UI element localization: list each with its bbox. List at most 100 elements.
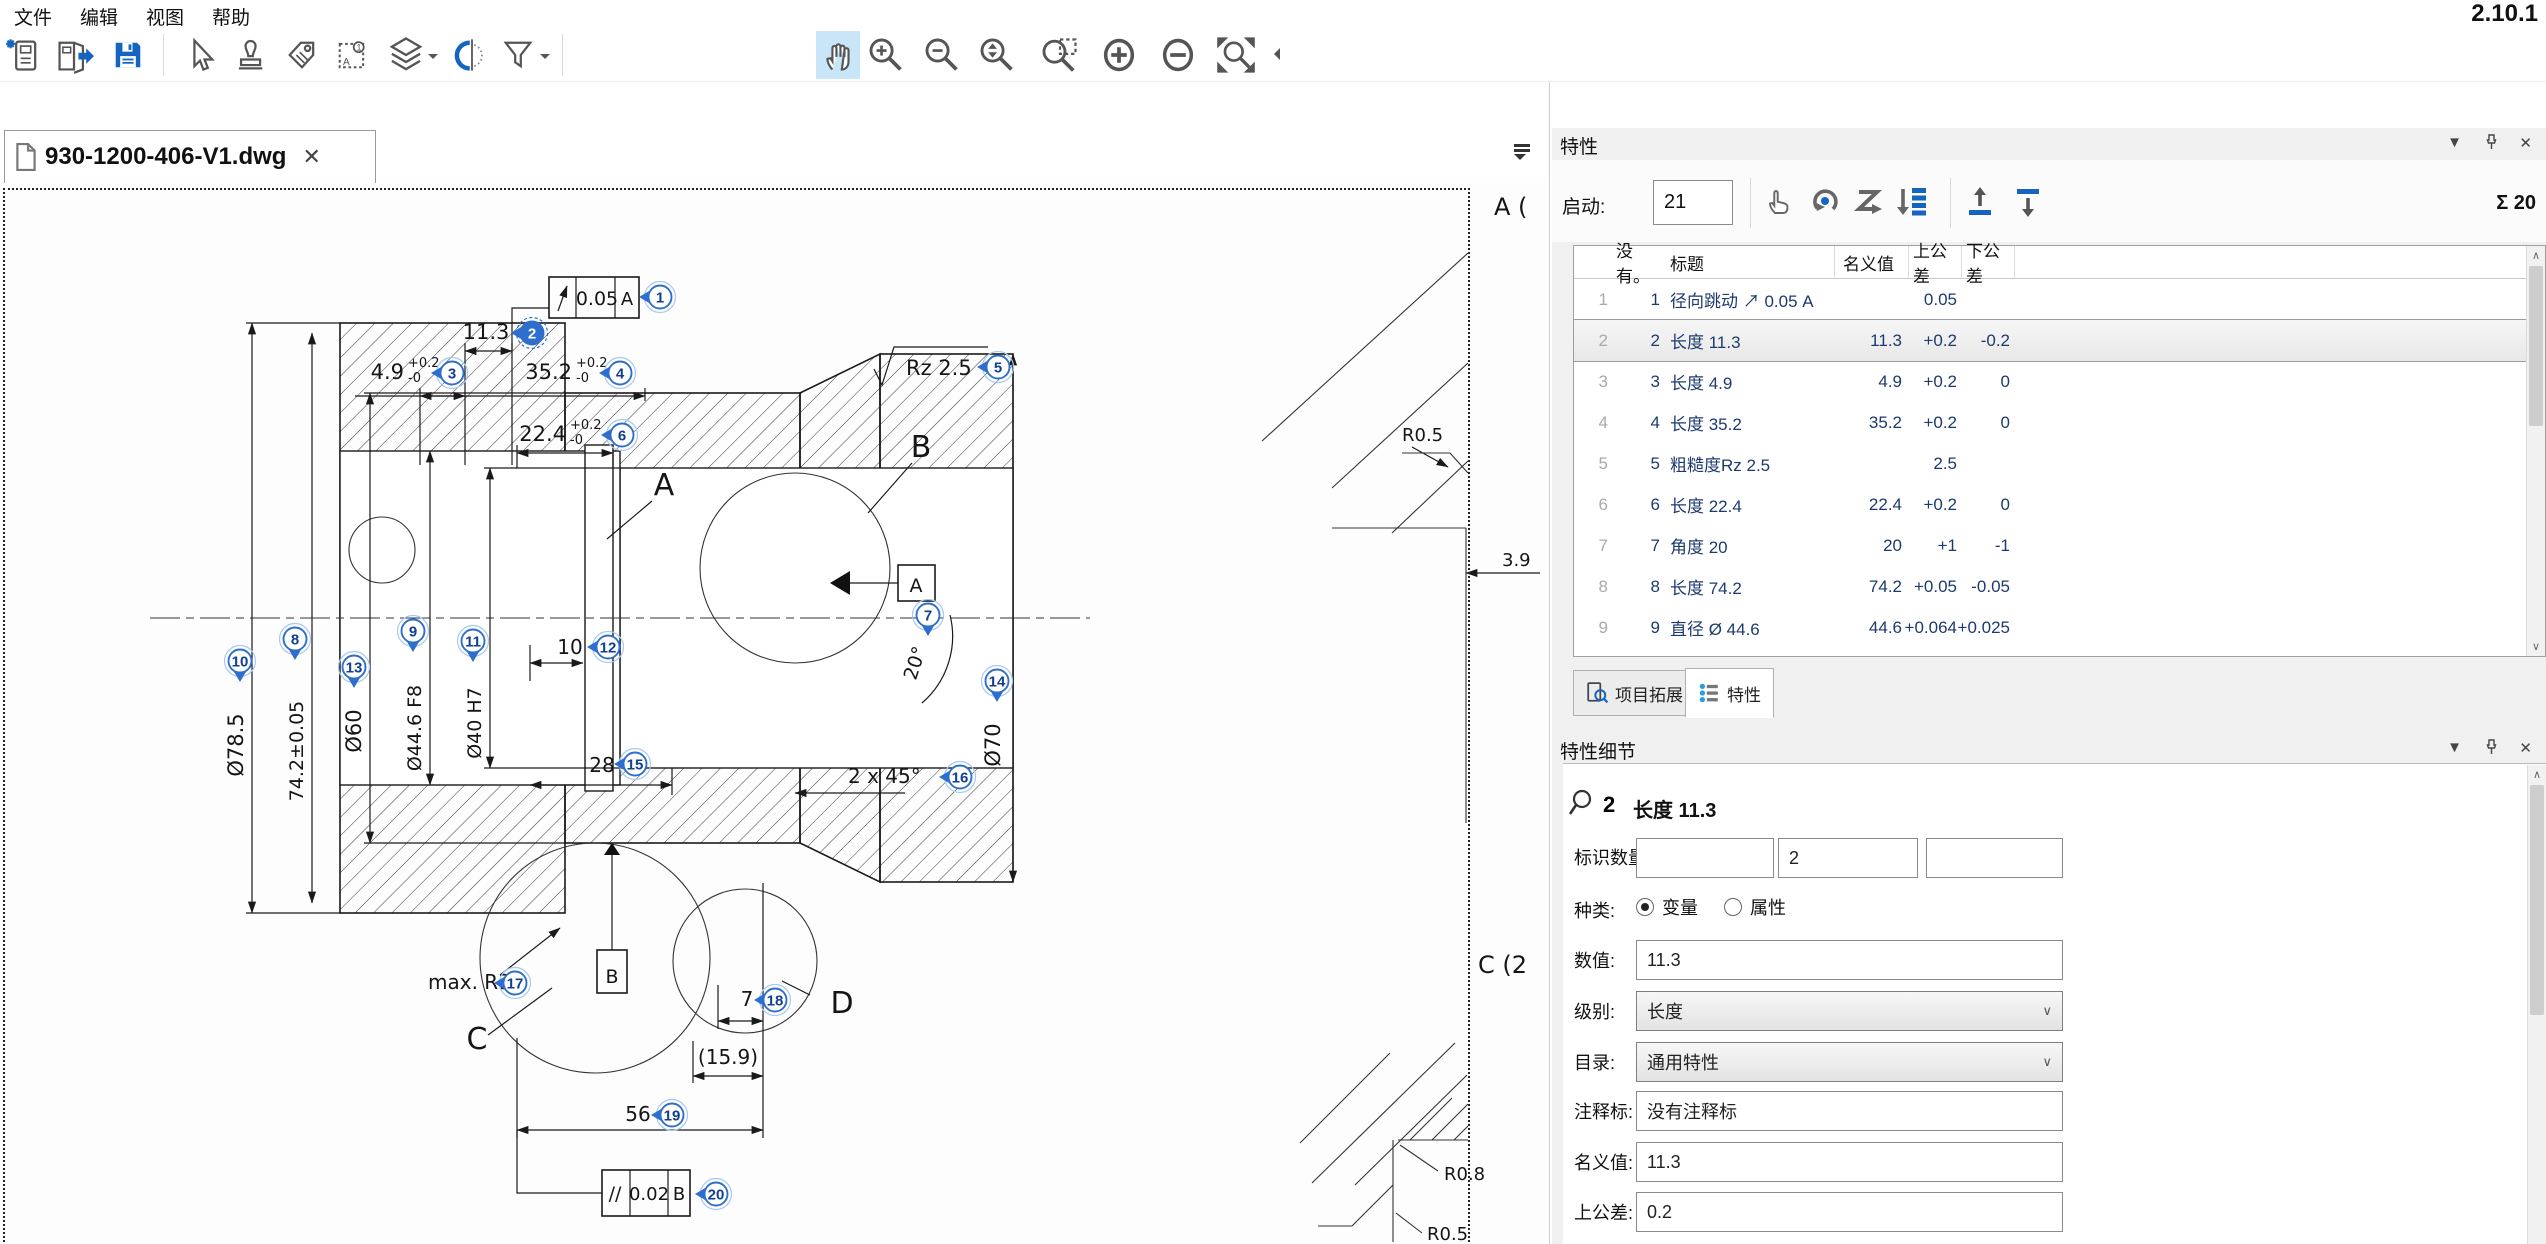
class-select[interactable]: 长度∨ bbox=[1636, 991, 2063, 1031]
filter-dropdown-caret[interactable] bbox=[540, 54, 550, 64]
table-row-4[interactable]: 44长度 35.235.2+0.20 bbox=[1574, 402, 2526, 443]
panel-dropdown-icon[interactable]: ▼ bbox=[2447, 739, 2462, 756]
start-input[interactable] bbox=[1653, 180, 1733, 225]
nominal-label: 名义值: bbox=[1574, 1149, 1633, 1175]
pointer-hand-icon[interactable] bbox=[1762, 184, 1800, 222]
dim-text: A ( bbox=[1494, 193, 1527, 221]
zoom-out-tool-button[interactable] bbox=[920, 31, 964, 79]
chevron-down-icon: ∨ bbox=[2042, 1003, 2052, 1019]
svg-text:1: 1 bbox=[356, 43, 361, 53]
stamp-tool-button[interactable] bbox=[228, 31, 272, 79]
project-expand-icon bbox=[1586, 682, 1608, 704]
value-input[interactable] bbox=[1636, 940, 2063, 980]
detail-item-no: 2 bbox=[1603, 792, 1615, 818]
table-row-1[interactable]: 11径向跳动 ↗ 0.05 A0.05 bbox=[1574, 279, 2526, 320]
menubar: 文件编辑视图帮助 bbox=[0, 0, 2546, 28]
save-button[interactable] bbox=[106, 31, 150, 79]
table-row-9[interactable]: 99直径 Ø 44.644.6+0.064+0.025 bbox=[1574, 607, 2526, 648]
id-count-input-1[interactable] bbox=[1636, 838, 1774, 878]
toolbar-collapse-caret[interactable] bbox=[1268, 48, 1280, 60]
document-tabbar: 930-1200-406-V1.dwg ✕ bbox=[0, 130, 1546, 183]
version-label: 2.10.1 bbox=[2471, 0, 2538, 28]
table-row-3[interactable]: 33长度 4.94.9+0.20 bbox=[1574, 361, 2526, 402]
id-count-input-2[interactable] bbox=[1778, 838, 1918, 878]
open-document-button[interactable] bbox=[52, 31, 96, 79]
catalog-label: 目录: bbox=[1574, 1049, 1615, 1075]
mirror-split-tool-button[interactable] bbox=[450, 31, 494, 79]
tab-characteristics[interactable]: 特性 bbox=[1685, 668, 1774, 718]
renumber-list-icon[interactable] bbox=[1894, 184, 1932, 222]
tab-project-expand-label: 项目拓展 bbox=[1615, 681, 1683, 706]
zoom-dynamic-tool-button[interactable] bbox=[975, 31, 1019, 79]
detail-panel-body: 2 长度 11.3 标识数量: 种类: 变量属性 数值: 级别: 长度∨ 目录:… bbox=[1563, 763, 2546, 1244]
table-row-5[interactable]: 55粗糙度Rz 2.52.5 bbox=[1574, 443, 2526, 484]
tab-list-icon[interactable] bbox=[1514, 142, 1538, 168]
move-top-icon[interactable] bbox=[1962, 184, 2000, 222]
sum-count-label: Σ 20 bbox=[2496, 192, 2536, 215]
document-icon bbox=[15, 143, 37, 171]
upper-tolerance-label: 上公差: bbox=[1574, 1199, 1633, 1225]
tab-close-icon[interactable]: ✕ bbox=[302, 144, 320, 170]
pan-hand-tool-button[interactable] bbox=[816, 31, 860, 79]
col-title[interactable]: 标题 bbox=[1670, 246, 1834, 278]
detail-scrollbar[interactable]: ∧ bbox=[2527, 765, 2546, 1244]
col-nominal[interactable]: 名义值 bbox=[1834, 246, 1908, 278]
zoom-in-tool-button[interactable] bbox=[864, 31, 908, 79]
panel-divider bbox=[1549, 82, 1550, 1244]
note-input[interactable] bbox=[1636, 1091, 2063, 1131]
move-bottom-icon[interactable] bbox=[2010, 184, 2048, 222]
properties-panel: 特性 ▼ ✕ 启动: Σ 20 bbox=[1552, 128, 2546, 1244]
dim-text: C (2 bbox=[1478, 951, 1527, 979]
properties-toolbar: 启动: Σ 20 bbox=[1552, 160, 2546, 242]
start-label: 启动: bbox=[1562, 192, 1605, 219]
toolbar-separator bbox=[163, 34, 164, 76]
kind-radio-1[interactable]: 属性 bbox=[1724, 894, 1786, 920]
col-lower[interactable]: 下公差 bbox=[1961, 246, 2014, 278]
catalog-select[interactable]: 通用特性∨ bbox=[1636, 1042, 2063, 1082]
detail-panel-header: 特性细节 ▼ ✕ bbox=[1552, 733, 2546, 763]
upper-tolerance-input[interactable] bbox=[1636, 1192, 2063, 1232]
zoom-window-tool-button[interactable] bbox=[1038, 31, 1082, 79]
col-upper[interactable]: 上公差 bbox=[1908, 246, 1961, 278]
select-tool-button[interactable] bbox=[178, 31, 222, 79]
tab-characteristics-label: 特性 bbox=[1727, 681, 1761, 706]
toolbar-separator bbox=[562, 34, 563, 76]
id-count-input-3[interactable] bbox=[1926, 838, 2063, 878]
tab-project-expand[interactable]: 项目拓展 bbox=[1573, 670, 1696, 716]
dim-text: 3.9 bbox=[1502, 550, 1531, 571]
layers-tool-button[interactable] bbox=[384, 31, 428, 79]
properties-panel-header: 特性 ▼ ✕ bbox=[1552, 128, 2546, 158]
table-row-8[interactable]: 88长度 74.274.2+0.05-0.05 bbox=[1574, 566, 2526, 607]
col-no[interactable]: 没有。 bbox=[1616, 246, 1670, 278]
nominal-input[interactable] bbox=[1636, 1142, 2063, 1182]
drawing-canvas[interactable]: 11.34.9+0.2-035.2+0.2-022.4+0.2-0Rz 2.5B… bbox=[0, 183, 1546, 1244]
balloon-icon bbox=[1567, 789, 1595, 819]
tag-tool-button[interactable] bbox=[280, 31, 324, 79]
characteristics-list-icon bbox=[1698, 682, 1720, 704]
panel-pin-icon[interactable] bbox=[2485, 739, 2498, 759]
table-row-6[interactable]: 66长度 22.422.4+0.20 bbox=[1574, 484, 2526, 525]
balloon-region-tool-button[interactable]: A1 bbox=[330, 31, 374, 79]
increase-button[interactable] bbox=[1097, 31, 1141, 79]
filter-tool-button[interactable] bbox=[496, 31, 540, 79]
class-label: 级别: bbox=[1574, 998, 1615, 1024]
new-document-button[interactable] bbox=[2, 31, 46, 79]
zoom-fit-tool-button[interactable] bbox=[1214, 31, 1258, 79]
decrease-button[interactable] bbox=[1156, 31, 1200, 79]
panel-pin-icon[interactable] bbox=[2485, 134, 2498, 154]
detail-panel-title: 特性细节 bbox=[1560, 737, 1636, 764]
table-row-7[interactable]: 77角度 2020+1-1 bbox=[1574, 525, 2526, 566]
detail-item-title: 长度 11.3 bbox=[1633, 794, 1716, 823]
panel-dropdown-icon[interactable]: ▼ bbox=[2447, 134, 2462, 151]
document-tab-title: 930-1200-406-V1.dwg bbox=[45, 143, 286, 171]
panel-close-icon[interactable]: ✕ bbox=[2519, 739, 2532, 757]
kind-radio-0[interactable]: 变量 bbox=[1636, 894, 1698, 920]
panel-close-icon[interactable]: ✕ bbox=[2519, 134, 2532, 152]
table-scrollbar[interactable]: ∧ ∨ bbox=[2526, 246, 2545, 656]
layers-dropdown-caret[interactable] bbox=[428, 54, 438, 64]
renumber-rotate-icon[interactable] bbox=[1807, 184, 1845, 222]
chevron-down-icon: ∨ bbox=[2042, 1054, 2052, 1070]
z-order-renumber-icon[interactable] bbox=[1852, 184, 1890, 222]
table-row-2[interactable]: 22长度 11.311.3+0.2-0.2 bbox=[1574, 320, 2526, 361]
document-tab[interactable]: 930-1200-406-V1.dwg ✕ bbox=[4, 130, 376, 183]
